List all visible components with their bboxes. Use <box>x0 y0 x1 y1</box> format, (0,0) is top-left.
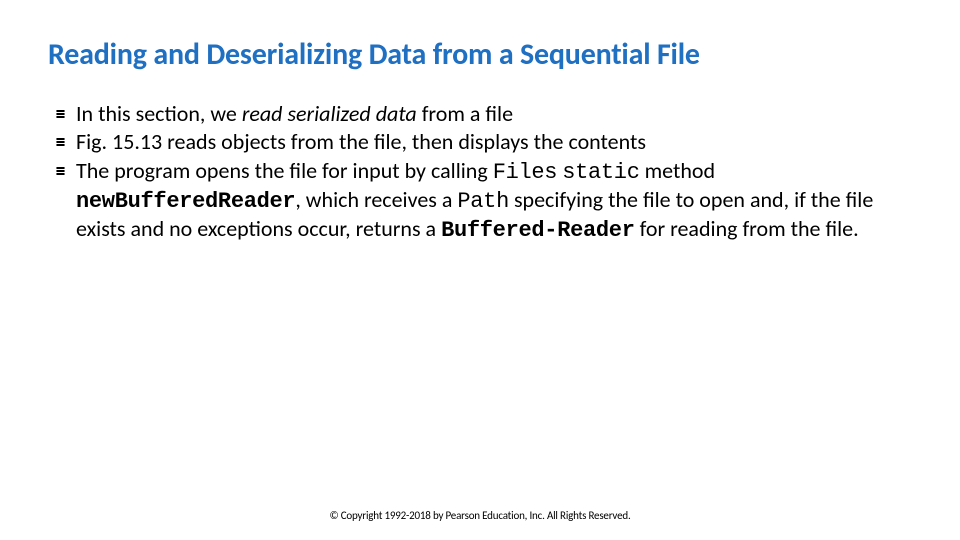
code-text: Files <box>493 160 558 185</box>
text: Fig. 15.13 reads objects from the file, … <box>76 128 646 155</box>
slide: Reading and Deserializing Data from a Se… <box>0 0 960 540</box>
text: , which receives a <box>295 186 457 213</box>
text: In this section, we <box>76 100 242 127</box>
text: The program opens the file for input by … <box>76 157 493 184</box>
text: method <box>640 157 715 184</box>
code-text: Path <box>457 189 509 214</box>
code-bold-text: Buffered-Reader <box>441 218 635 243</box>
list-item: In this section, we read serialized data… <box>62 101 912 128</box>
code-text: static <box>562 160 639 185</box>
text: for reading from the file. <box>635 215 859 242</box>
italic-text: read serialized data <box>242 100 417 127</box>
list-item: The program opens the file for input by … <box>62 158 912 244</box>
text: from a file <box>417 100 513 127</box>
list-item: Fig. 15.13 reads objects from the file, … <box>62 129 912 156</box>
copyright-footer: © Copyright 1992-2018 by Pearson Educati… <box>0 509 960 522</box>
code-bold-text: newBufferedReader <box>76 189 295 214</box>
bullet-list: In this section, we read serialized data… <box>48 101 912 245</box>
slide-title: Reading and Deserializing Data from a Se… <box>48 38 912 73</box>
